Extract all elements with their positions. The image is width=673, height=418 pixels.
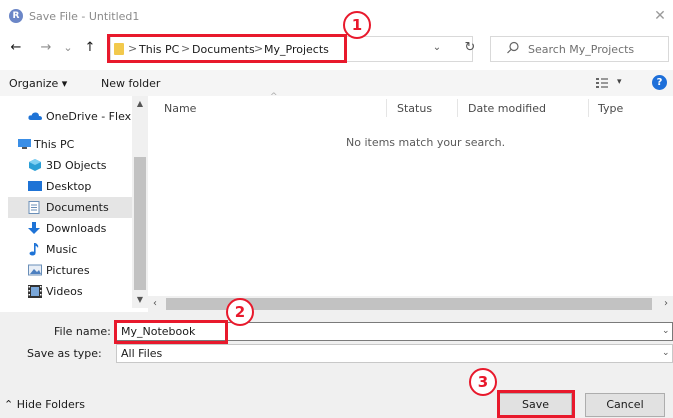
refresh-icon[interactable]: ↻ [460, 38, 480, 58]
column-header-status[interactable]: Status [397, 102, 432, 115]
callout-box-save [497, 390, 575, 418]
recent-locations-icon[interactable]: ⌄ [60, 39, 76, 57]
column-header-type[interactable]: Type [598, 102, 623, 115]
save-as-type-label: Save as type: [27, 347, 102, 360]
callout-badge-2: 2 [226, 298, 254, 326]
sidebar-item-3d-objects[interactable]: 3D Objects [8, 155, 132, 176]
hide-folders-label: Hide Folders [16, 398, 86, 411]
column-header-name[interactable]: Name [164, 102, 196, 115]
document-icon [28, 201, 42, 214]
callout-box-file-name [114, 320, 228, 344]
search-placeholder: Search My_Projects [528, 43, 635, 56]
download-icon [28, 222, 42, 234]
cancel-button[interactable]: Cancel [585, 393, 665, 417]
address-dropdown-icon[interactable]: ⌄ [430, 40, 444, 56]
organize-button[interactable]: Organize ▾ [9, 77, 67, 90]
save-as-type-value: All Files [121, 347, 163, 360]
sidebar-item-label: Downloads [46, 222, 107, 235]
sidebar-item-label: 3D Objects [46, 159, 107, 172]
up-arrow-icon[interactable]: ↑ [82, 39, 98, 57]
search-icon [506, 41, 520, 55]
forward-arrow-icon[interactable]: → [38, 39, 54, 57]
close-icon[interactable]: ✕ [652, 8, 668, 24]
video-icon [28, 285, 42, 298]
file-name-dropdown-icon[interactable]: ⌄ [662, 326, 670, 336]
back-arrow-icon[interactable]: ← [8, 39, 24, 57]
column-divider[interactable] [457, 99, 458, 117]
sidebar-item-label: OneDrive - Flexible [46, 110, 132, 123]
scroll-left-icon[interactable]: ‹ [148, 296, 162, 312]
picture-icon [28, 264, 42, 276]
sidebar-item-pictures[interactable]: Pictures [8, 260, 132, 281]
music-icon [28, 243, 42, 256]
sidebar-item-label: Documents [46, 201, 109, 214]
callout-badge-3: 3 [469, 368, 497, 396]
sidebar-item-label: Videos [46, 285, 83, 298]
sidebar-item-documents[interactable]: Documents [8, 197, 132, 218]
sidebar-item-onedrive[interactable]: OneDrive - Flexible [8, 106, 132, 127]
sidebar-item-music[interactable]: Music [8, 239, 132, 260]
sort-ascending-icon: ^ [270, 92, 278, 102]
column-divider[interactable] [588, 99, 589, 117]
sidebar-item-label: Music [46, 243, 78, 256]
sidebar-item-label: Desktop [46, 180, 92, 193]
help-icon[interactable]: ? [652, 75, 667, 90]
file-name-label: File name: [54, 325, 111, 338]
new-folder-button[interactable]: New folder [101, 77, 160, 90]
desktop-icon [28, 180, 42, 192]
callout-box-address [107, 34, 347, 63]
cube-icon [28, 159, 42, 171]
save-as-type-select[interactable] [116, 344, 673, 363]
save-as-type-dropdown-icon[interactable]: ⌄ [662, 348, 670, 358]
sidebar-item-downloads[interactable]: Downloads [8, 218, 132, 239]
sidebar-scrollbar-thumb[interactable] [134, 157, 146, 290]
computer-icon [17, 138, 31, 150]
navigation-pane: OneDrive - Flexible This PC 3D Objects D… [0, 96, 148, 308]
empty-list-message: No items match your search. [346, 136, 506, 149]
sidebar-item-videos[interactable]: Videos [8, 281, 132, 302]
cloud-icon [28, 110, 42, 122]
column-divider[interactable] [386, 99, 387, 117]
app-icon: R [9, 9, 23, 23]
sidebar-item-this-pc[interactable]: This PC [8, 134, 132, 155]
scroll-down-icon[interactable]: ▼ [132, 292, 148, 308]
window-title: Save File - Untitled1 [29, 10, 140, 23]
hide-folders-button[interactable]: ⌃ Hide Folders [4, 398, 85, 411]
column-header-date-modified[interactable]: Date modified [468, 102, 546, 115]
callout-badge-1: 1 [343, 11, 371, 39]
scroll-up-icon[interactable]: ▲ [132, 96, 148, 112]
sidebar-item-label: This PC [34, 138, 75, 151]
view-options-caret-icon[interactable]: ▾ [617, 77, 622, 87]
sidebar-item-label: Pictures [46, 264, 90, 277]
chevron-up-icon: ⌃ [4, 398, 17, 411]
sidebar-item-desktop[interactable]: Desktop [8, 176, 132, 197]
view-options-icon[interactable] [595, 76, 609, 90]
scroll-right-icon[interactable]: › [659, 296, 673, 312]
